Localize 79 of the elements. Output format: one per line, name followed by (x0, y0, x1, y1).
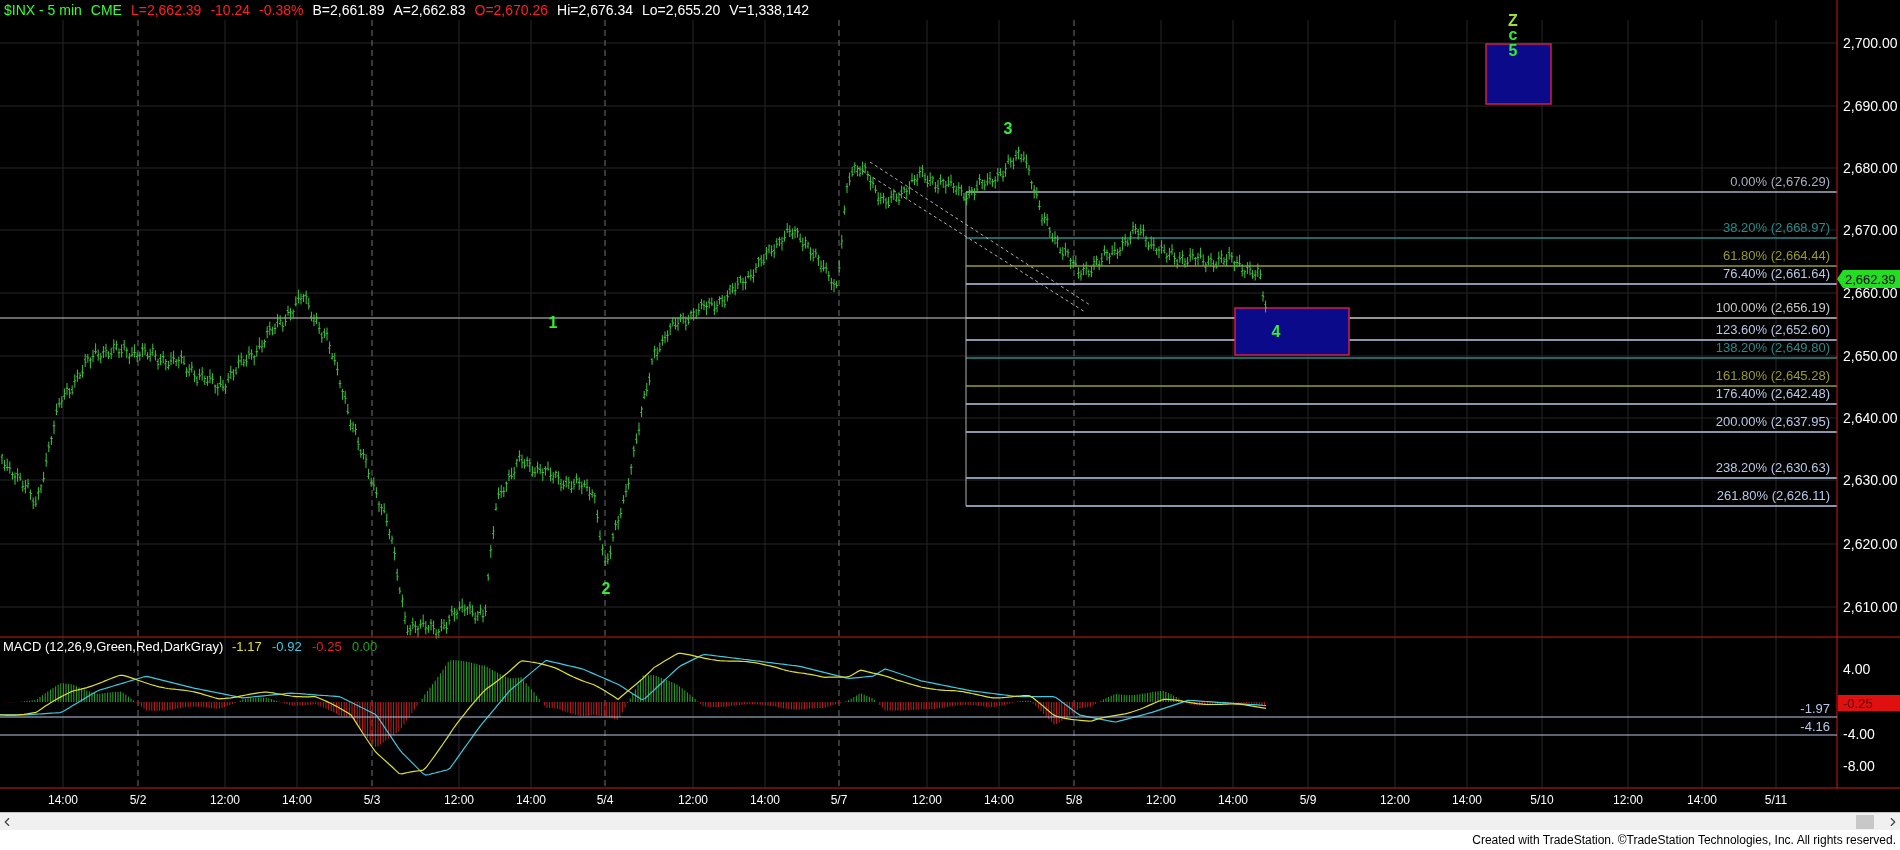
fib-level-label: 123.60% (2,652.60) (1715, 322, 1830, 337)
macd-value-tag: -0.25 (1838, 695, 1900, 711)
quote-field: A=2,662.83 (393, 0, 466, 20)
time-axis-label: 12:00 (1613, 793, 1643, 807)
time-axis-label: 12:00 (444, 793, 474, 807)
quote-field: -10.24 (210, 0, 251, 20)
wave-label: c (1508, 26, 1518, 43)
time-axis-label: 14:00 (48, 793, 78, 807)
quote-field: CME (90, 0, 122, 20)
price-axis-label: 2,630.00 (1843, 472, 1898, 488)
time-axis-label: 14:00 (282, 793, 312, 807)
time-axis-label: 5/4 (596, 793, 614, 807)
macd-axis-label: -8.00 (1843, 758, 1875, 774)
time-axis-label: 12:00 (210, 793, 240, 807)
quote-field: O=2,670.26 (474, 0, 549, 20)
target-box (1485, 43, 1552, 105)
time-axis-label: 12:00 (1380, 793, 1410, 807)
wave-label: 1 (548, 314, 558, 331)
fib-level-label: 76.40% (2,661.64) (1723, 266, 1830, 281)
time-axis-label: 5/9 (1299, 793, 1317, 807)
time-axis-label: 5/8 (1065, 793, 1083, 807)
macd-value: -1.17 (232, 639, 262, 654)
time-axis-label: 5/2 (129, 793, 147, 807)
fib-level-label: 161.80% (2,645.28) (1715, 368, 1830, 383)
time-axis-label: 5/11 (1764, 793, 1788, 807)
time-axis-label: 5/7 (830, 793, 848, 807)
price-axis-label: 2,680.00 (1843, 160, 1898, 176)
quote-field: L=2,662.39 (130, 0, 202, 20)
quote-field: V=1,338,142 (729, 0, 809, 20)
fib-level-label: 261.80% (2,626.11) (1716, 488, 1830, 503)
macd-value: -0.92 (272, 639, 302, 654)
price-axis-label: 2,670.00 (1843, 222, 1898, 238)
time-axis-label: 14:00 (1218, 793, 1248, 807)
wave-label: 3 (1003, 120, 1013, 137)
time-axis-label: 14:00 (1452, 793, 1482, 807)
macd-level-label: -1.97 (1800, 701, 1830, 716)
time-axis-label: 14:00 (984, 793, 1014, 807)
time-axis-label: 5/3 (363, 793, 381, 807)
quote-field: Lo=2,655.20 (641, 0, 721, 20)
macd-value: -0.25 (312, 639, 342, 654)
fib-level-label: 38.20% (2,668.97) (1723, 220, 1830, 235)
time-axis-label: 14:00 (516, 793, 546, 807)
fib-level-label: 238.20% (2,630.63) (1715, 460, 1830, 475)
horizontal-scrollbar[interactable] (0, 812, 1900, 830)
price-axis-label: 2,660.00 (1843, 285, 1898, 301)
macd-axis-label: -4.00 (1843, 726, 1875, 742)
price-axis-label: 2,700.00 (1843, 35, 1898, 51)
time-axis-label: 12:00 (678, 793, 708, 807)
macd-axis-label: 4.00 (1843, 661, 1871, 677)
fib-level-label: 200.00% (2,637.95) (1715, 414, 1830, 429)
quote-field: Hi=2,676.34 (557, 0, 633, 20)
copyright-text: Created with TradeStation. ©TradeStation Technologies, Inc. All rights reserved. (1472, 832, 1896, 849)
price-axis-label: 2,640.00 (1843, 410, 1898, 426)
macd-value: 0.00 (352, 639, 378, 654)
time-axis-label: 5/10 (1530, 793, 1554, 807)
time-axis-label: 14:00 (1687, 793, 1717, 807)
fib-level-label: 100.00% (2,656.19) (1715, 300, 1830, 315)
fib-level-label: 61.80% (2,664.44) (1723, 248, 1830, 263)
macd-title: MACD (12,26,9,Green,Red,DarkGray) (3, 639, 224, 654)
price-axis-label: 2,610.00 (1843, 599, 1898, 615)
quote-field: B=2,661.89 (312, 0, 385, 20)
time-axis-label: 12:00 (912, 793, 942, 807)
wave-label: 4 (1271, 323, 1281, 340)
price-axis-label: 2,690.00 (1843, 98, 1898, 114)
wave-label: Z (1508, 12, 1518, 29)
quote-field: -0.38% (259, 0, 304, 20)
time-axis-label: 12:00 (1146, 793, 1176, 807)
fib-level-label: 176.40% (2,642.48) (1715, 386, 1830, 401)
scrollbar-thumb[interactable] (1856, 814, 1874, 829)
quote-field: $INX - 5 min (4, 0, 82, 20)
price-axis-label: 2,650.00 (1843, 348, 1898, 364)
last-price-tag: 2,662.39 (1837, 270, 1900, 288)
wave-label: 5 (1508, 42, 1518, 59)
fib-level-label: 0.00% (2,676.29) (1730, 174, 1830, 189)
time-axis-label: 14:00 (750, 793, 780, 807)
wave-label: 2 (601, 580, 611, 597)
price-axis-label: 2,620.00 (1843, 536, 1898, 552)
macd-level-label: -4.16 (1800, 719, 1830, 734)
fib-level-label: 138.20% (2,649.80) (1715, 340, 1830, 355)
